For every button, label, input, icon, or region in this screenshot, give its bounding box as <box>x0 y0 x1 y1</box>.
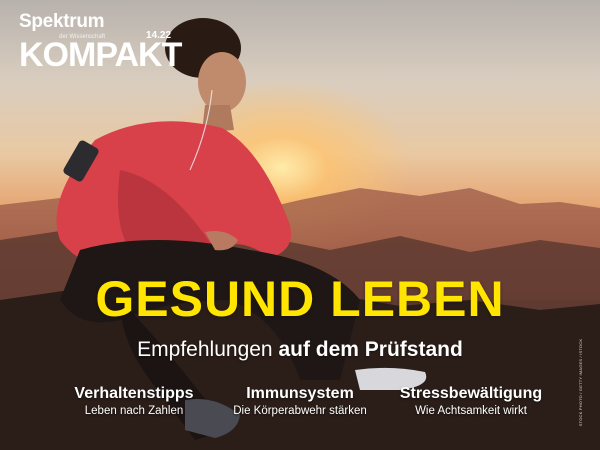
head <box>198 52 246 112</box>
topic-subtitle: Die Körperabwehr stärken <box>233 405 367 417</box>
magazine-cover: Spektrum der Wissenschaft KOMPAKT 14.22 … <box>0 0 600 450</box>
cover-subheadline: Empfehlungen auf dem Prüfstand <box>0 338 600 362</box>
series-title: KOMPAKT <box>19 36 182 74</box>
brand-name: Spektrum <box>19 11 105 32</box>
subheadline-bold: auf dem Prüfstand <box>278 338 463 361</box>
topic-title: Verhaltenstipps <box>74 385 194 402</box>
topic-block: Stressbewältigung Wie Achtsamkeit wirkt <box>391 385 551 417</box>
photo-credit: STOCK PHOTO / GETTY IMAGES / ISTOCK <box>577 338 583 427</box>
topic-subtitle: Leben nach Zahlen <box>84 405 184 417</box>
topic-title: Stressbewältigung <box>399 385 543 402</box>
cover-headline: GESUND LEBEN <box>95 271 505 327</box>
topic-title: Immunsystem <box>246 385 354 402</box>
subheadline-regular: Empfehlungen <box>137 338 273 361</box>
issue-number: 14.22 <box>146 30 172 41</box>
topic-block: Immunsystem Die Körperabwehr stärken <box>220 385 380 417</box>
topic-subtitle: Wie Achtsamkeit wirkt <box>415 405 527 417</box>
topic-block: Verhaltenstipps Leben nach Zahlen <box>54 385 214 417</box>
